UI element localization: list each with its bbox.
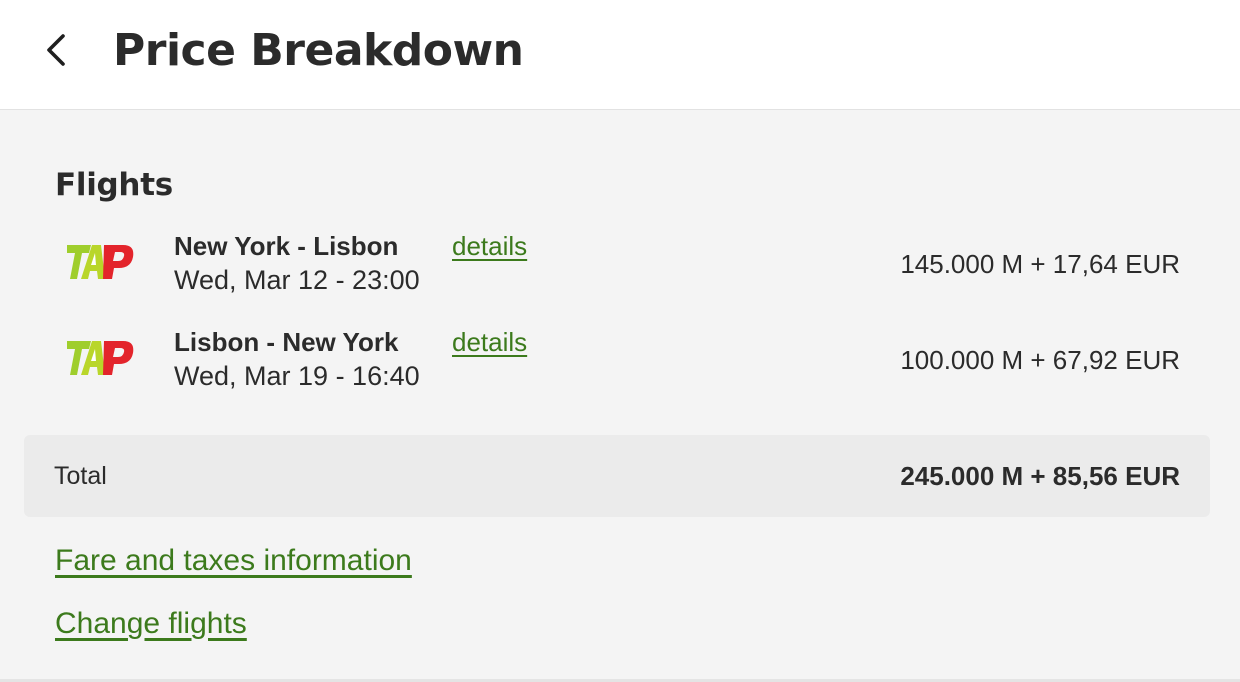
flight-price: 100.000 M + 67,92 EUR	[900, 345, 1180, 375]
flight-route: New York - Lisbon	[174, 231, 399, 261]
header-bar: Price Breakdown	[0, 0, 1240, 110]
flight-datetime: Wed, Mar 12 - 23:00	[174, 265, 420, 295]
tap-airline-logo	[67, 341, 134, 375]
back-button[interactable]	[38, 28, 78, 72]
flight-details-link[interactable]: details	[452, 228, 527, 264]
chevron-left-icon	[47, 34, 65, 66]
page-title: Price Breakdown	[113, 25, 524, 76]
flight-row-outbound: New York - Lisbon details Wed, Mar 12 - …	[55, 228, 1185, 298]
total-value: 245.000 M + 85,56 EUR	[900, 461, 1180, 491]
flight-details-link[interactable]: details	[452, 324, 527, 360]
flight-route: Lisbon - New York	[174, 327, 399, 357]
flight-row-return: Lisbon - New York details Wed, Mar 19 - …	[55, 324, 1185, 394]
tap-airline-logo	[67, 245, 134, 279]
total-label: Total	[54, 462, 107, 490]
flight-datetime: Wed, Mar 19 - 16:40	[174, 361, 420, 391]
flight-price: 145.000 M + 17,64 EUR	[900, 249, 1180, 279]
total-summary-bar: Total 245.000 M + 85,56 EUR	[24, 435, 1210, 517]
flights-section-title: Flights	[55, 167, 173, 203]
fare-and-taxes-link[interactable]: Fare and taxes information	[55, 541, 412, 581]
change-flights-link[interactable]: Change flights	[55, 604, 247, 644]
